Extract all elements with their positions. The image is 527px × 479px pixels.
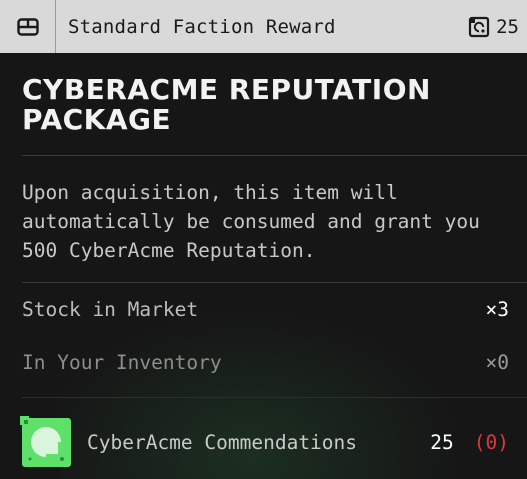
menu-button[interactable] xyxy=(0,0,56,53)
stock-row: Stock in Market ×3 xyxy=(22,283,509,336)
header-price: 25 xyxy=(468,16,527,38)
currency-owned: (0) xyxy=(473,430,509,454)
currency-amount: 25 xyxy=(430,430,454,454)
reward-card: Standard Faction Reward 25 CYBERACME REP… xyxy=(0,0,527,479)
currency-name: CyberAcme Commendations xyxy=(87,430,358,454)
currency-row: CyberAcme Commendations 25 (0) xyxy=(20,414,509,470)
stock-label: Stock in Market xyxy=(22,298,199,321)
header-price-value: 25 xyxy=(496,15,519,38)
divider xyxy=(22,155,527,156)
inventory-label: In Your Inventory xyxy=(22,351,222,374)
header-title: Standard Faction Reward xyxy=(68,15,336,38)
divider xyxy=(22,397,527,398)
inventory-value: ×0 xyxy=(485,351,509,374)
commendation-currency-icon xyxy=(469,16,490,37)
grid-box-icon xyxy=(16,17,39,36)
stock-value: ×3 xyxy=(485,298,509,321)
card-header: Standard Faction Reward 25 xyxy=(0,0,527,53)
card-body: CYBERACME REPUTATION PACKAGE Upon acquis… xyxy=(0,53,527,470)
cyberacme-commendation-icon xyxy=(20,415,73,469)
item-name: CYBERACME REPUTATION PACKAGE xyxy=(22,73,431,136)
item-description: Upon acquisition, this item will automat… xyxy=(22,181,480,262)
inventory-row: In Your Inventory ×0 xyxy=(22,336,509,389)
